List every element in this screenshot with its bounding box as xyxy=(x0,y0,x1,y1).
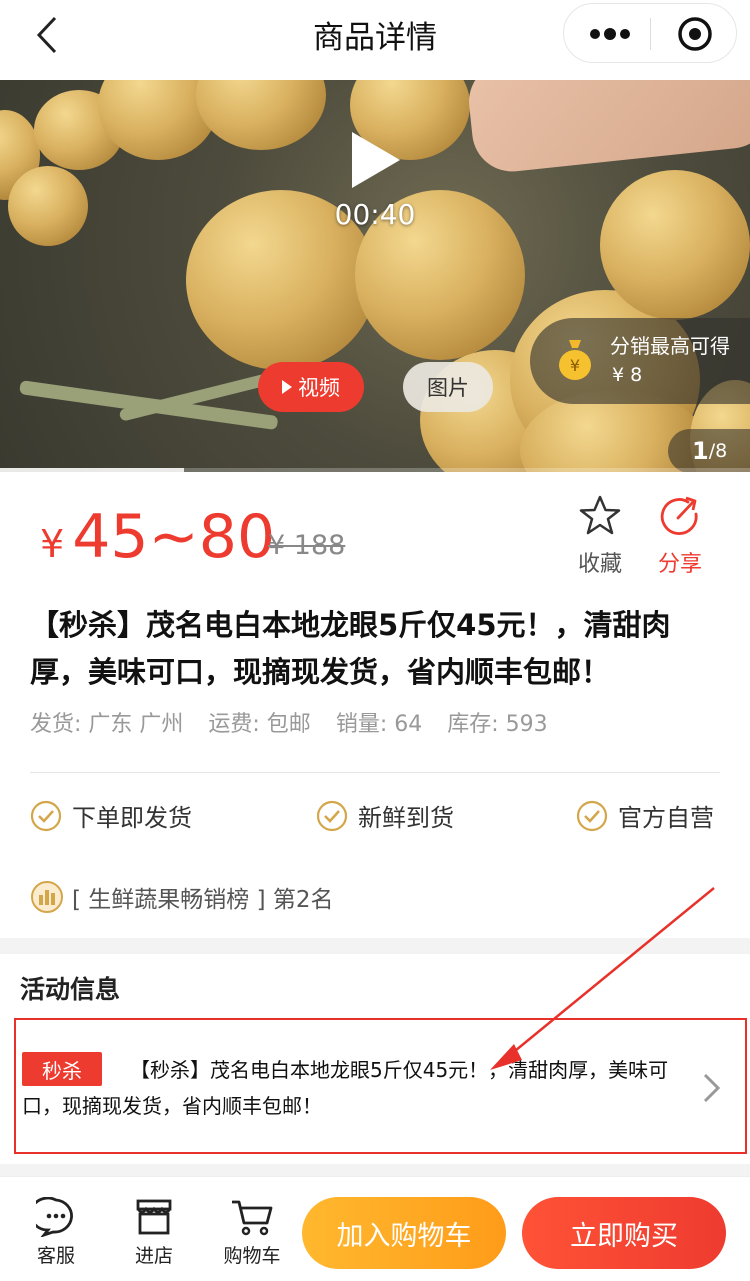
shopping-cart-icon xyxy=(232,1200,273,1236)
hand-image xyxy=(465,80,750,176)
check-circle-icon xyxy=(576,800,608,831)
feature-item: 官方自营 xyxy=(576,798,714,833)
ranking-row[interactable]: [ 生鲜蔬果畅销榜 ] 第2名 xyxy=(30,880,334,914)
capsule-divider xyxy=(650,18,651,50)
close-miniprogram-button[interactable] xyxy=(660,4,730,64)
more-button[interactable] xyxy=(574,4,646,64)
price-value: 45~80 xyxy=(72,502,276,572)
chat-bubble-icon xyxy=(36,1197,73,1237)
feature-label: 下单即发货 xyxy=(72,804,192,832)
store-label: 进店 xyxy=(134,1245,173,1267)
bottom-action-bar: 客服 进店 购物车 加入购物车 立即购买 xyxy=(0,1176,750,1281)
share-icon xyxy=(660,496,698,535)
feature-label: 官方自营 xyxy=(618,804,714,832)
product-title: 【秒杀】茂名电白本地龙眼5斤仅45元！，清甜肉厚，美味可口，现摘现发货，省内顺丰… xyxy=(30,608,671,689)
shipping-fee: 运费: 包邮 xyxy=(208,712,311,737)
more-dots-icon xyxy=(590,28,630,40)
stock-count: 库存: 593 xyxy=(447,712,548,737)
distribution-value: ¥ 8 xyxy=(612,364,643,386)
ranking-text: [ 生鲜蔬果畅销榜 ] 第2名 xyxy=(72,887,334,913)
target-circle-icon xyxy=(678,17,712,51)
customer-service-button[interactable]: 客服 xyxy=(16,1197,96,1268)
mini-program-capsule xyxy=(563,3,737,63)
sales-count: 销量: 64 xyxy=(335,712,423,737)
longan-fruit xyxy=(196,80,326,150)
original-price: ¥ 188 xyxy=(268,530,346,561)
pager-current: 1 xyxy=(692,437,709,465)
ship-from: 发货: 广东 广州 xyxy=(30,712,184,737)
share-button[interactable]: 分享 xyxy=(650,494,710,578)
check-circle-icon xyxy=(316,800,348,831)
video-tab-button[interactable]: 视频 xyxy=(258,362,364,412)
longan-fruit xyxy=(600,170,750,320)
activity-item[interactable]: 秒杀 【秒杀】茂名电白本地龙眼5斤仅45元！，清甜肉厚，美味可口，现摘现发货，省… xyxy=(14,1018,747,1154)
cart-button[interactable]: 购物车 xyxy=(212,1197,292,1268)
chevron-right-icon xyxy=(703,1073,721,1103)
activity-section: 活动信息 秒杀 【秒杀】茂名电白本地龙眼5斤仅45元！，清甜肉厚，美味可口，现摘… xyxy=(0,954,750,1164)
product-media[interactable]: 00:40 ¥ 分销最高可得 ¥ 8 1 /8 xyxy=(0,80,750,472)
money-bag-icon: ¥ xyxy=(559,340,591,380)
favorite-label: 收藏 xyxy=(577,552,622,577)
divider xyxy=(30,772,720,773)
favorite-button[interactable]: 收藏 xyxy=(570,494,630,578)
price-currency: ¥ xyxy=(40,522,65,566)
service-label: 客服 xyxy=(36,1245,75,1267)
video-duration: 00:40 xyxy=(334,198,416,231)
feature-label: 新鲜到货 xyxy=(358,804,454,832)
photo-tab-label: 图片 xyxy=(427,376,469,400)
store-button[interactable]: 进店 xyxy=(114,1197,194,1268)
add-to-cart-button[interactable]: 加入购物车 xyxy=(302,1197,506,1269)
photo-tab-button[interactable]: 图片 xyxy=(403,362,493,412)
cart-label: 购物车 xyxy=(223,1245,281,1267)
image-pager: 1 /8 xyxy=(668,429,750,472)
navbar: 商品详情 xyxy=(0,0,750,80)
distribution-badge[interactable]: ¥ 分销最高可得 ¥ 8 xyxy=(530,318,750,404)
buy-now-button[interactable]: 立即购买 xyxy=(522,1197,726,1269)
play-icon[interactable] xyxy=(352,132,400,188)
play-small-icon xyxy=(282,380,292,394)
price: ¥ 45~80 xyxy=(40,502,275,572)
video-tab-label: 视频 xyxy=(298,376,340,400)
pager-total: /8 xyxy=(708,440,728,462)
svg-text:¥: ¥ xyxy=(570,356,580,375)
feature-item: 下单即发货 xyxy=(30,798,192,833)
share-label: 分享 xyxy=(657,552,702,577)
product-meta: 发货: 广东 广州 运费: 包邮 销量: 64 库存: 593 xyxy=(30,706,566,738)
ranking-chart-icon xyxy=(31,881,63,913)
feature-item: 新鲜到货 xyxy=(316,798,454,833)
check-circle-icon xyxy=(30,800,62,831)
star-icon xyxy=(579,495,621,535)
distribution-label: 分销最高可得 xyxy=(610,334,730,358)
product-info: ¥ 45~80 ¥ 188 收藏 分享 【秒杀】茂名电白本地龙眼5斤仅45元！，… xyxy=(0,472,750,938)
activity-text: 【秒杀】茂名电白本地龙眼5斤仅45元！，清甜肉厚，美味可口，现摘现发货，省内顺丰… xyxy=(22,1058,669,1118)
activity-title: 活动信息 xyxy=(20,975,121,1004)
store-icon xyxy=(136,1199,172,1235)
